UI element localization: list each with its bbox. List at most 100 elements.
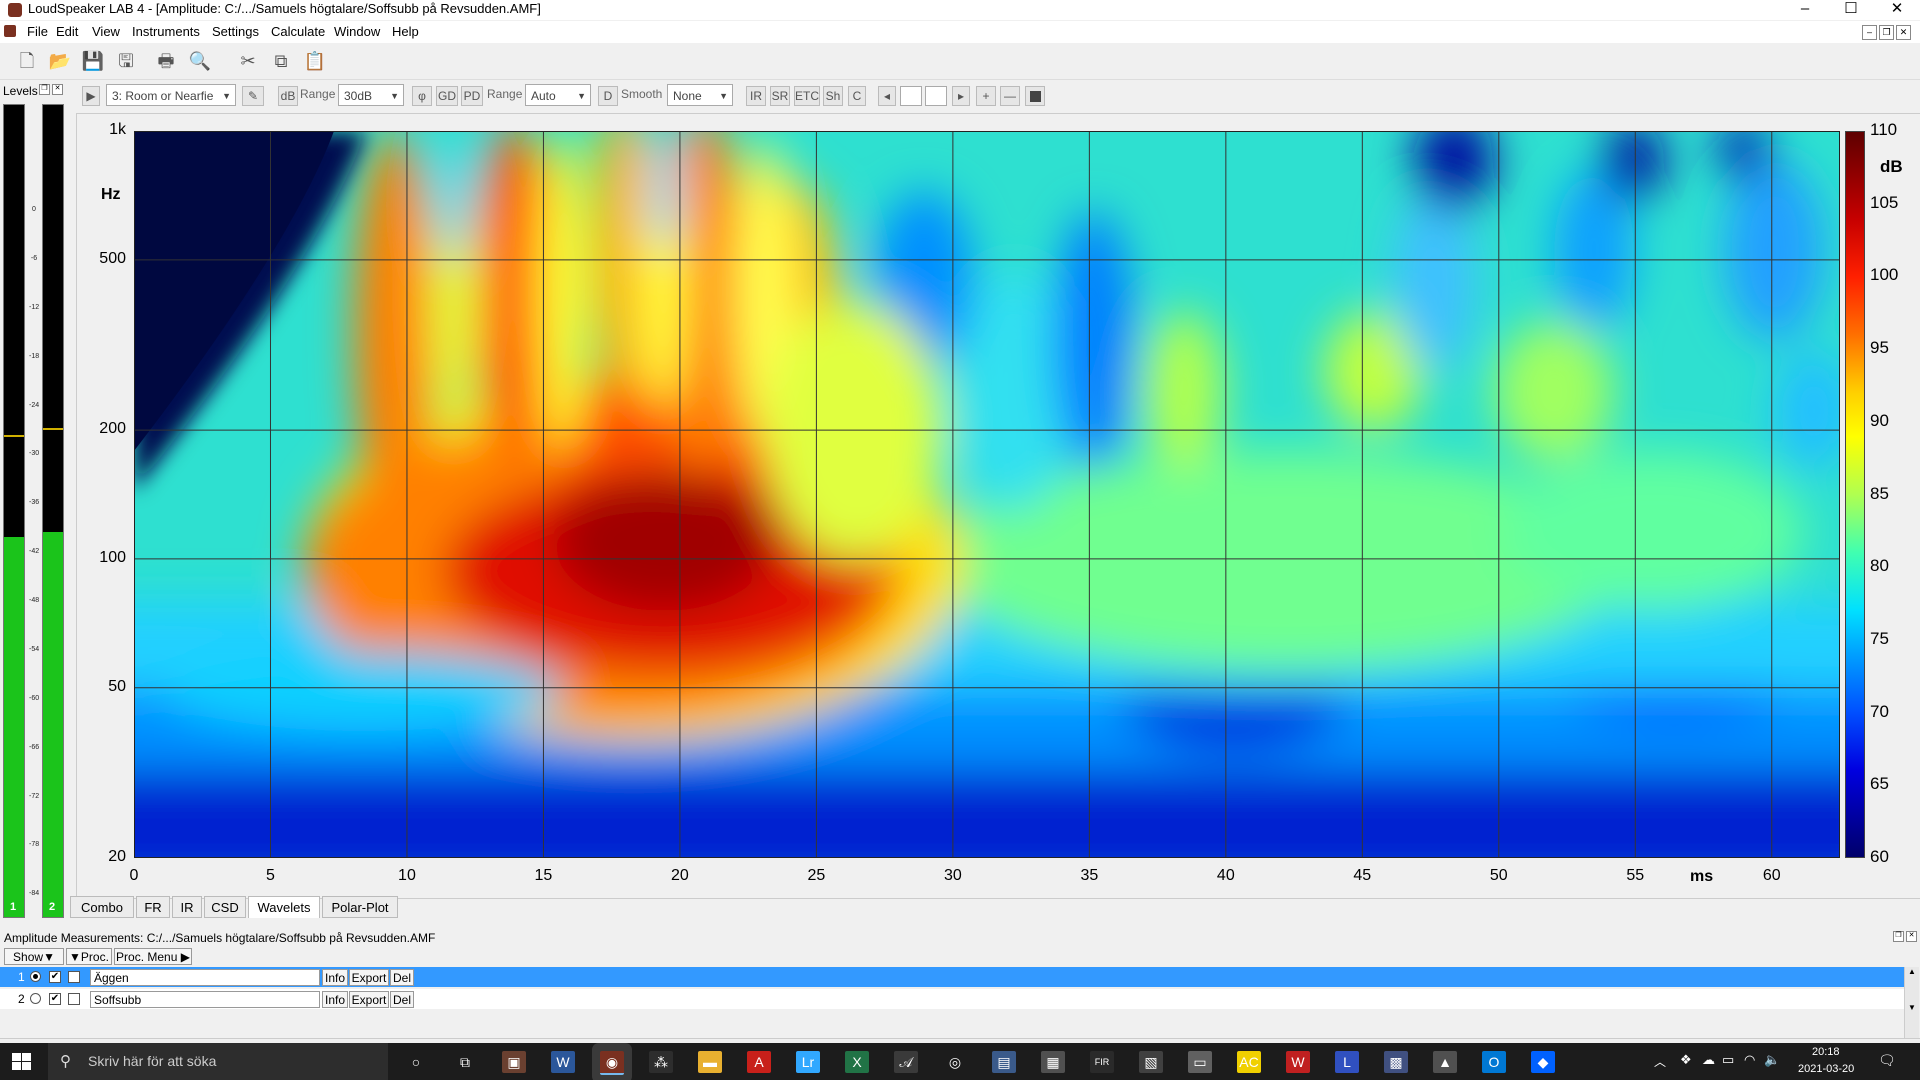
delete-button[interactable]: Del bbox=[390, 969, 414, 986]
zoom-in-button[interactable]: + bbox=[976, 86, 996, 106]
clock-date[interactable]: 2021-03-20 bbox=[1798, 1063, 1854, 1075]
zoom-icon[interactable]: 🔍 bbox=[187, 49, 213, 73]
lightroom-icon[interactable]: Lr bbox=[796, 1051, 820, 1073]
loudspeaker-lab-icon[interactable]: ◉ bbox=[600, 1051, 624, 1075]
battery-tray-icon[interactable]: ▭ bbox=[1722, 1052, 1734, 1068]
menu-edit[interactable]: Edit bbox=[56, 24, 78, 39]
measurement-row-2[interactable]: 2 ✔ Soffsubb Info Export Del bbox=[0, 989, 1905, 1009]
menu-view[interactable]: View bbox=[92, 24, 120, 39]
row-visible-checkbox[interactable]: ✔ bbox=[49, 993, 61, 1005]
clock-time[interactable]: 20:18 bbox=[1812, 1046, 1840, 1058]
menu-help[interactable]: Help bbox=[392, 24, 419, 39]
stop-button[interactable] bbox=[1025, 86, 1045, 106]
explorer-icon[interactable]: ▬ bbox=[698, 1051, 722, 1073]
mdi-restore-button[interactable]: ❐ bbox=[1879, 25, 1894, 40]
mode-select[interactable]: 3: Room or Nearfie ▼ bbox=[106, 84, 236, 106]
tab-wavelets[interactable]: Wavelets bbox=[248, 896, 320, 918]
word-icon[interactable]: W bbox=[551, 1051, 575, 1073]
wifi-tray-icon[interactable]: ◠ bbox=[1744, 1052, 1755, 1068]
volume-tray-icon[interactable]: 🔈 bbox=[1764, 1052, 1780, 1068]
open-file-icon[interactable]: 📂 bbox=[47, 49, 73, 73]
print-icon[interactable]: 🖶 bbox=[153, 49, 179, 73]
proc-menu-button[interactable]: Proc. Menu ▶ bbox=[114, 948, 192, 965]
menu-file[interactable]: File bbox=[27, 24, 48, 39]
export-button[interactable]: Export bbox=[349, 969, 389, 986]
wavelet-plot[interactable] bbox=[134, 131, 1840, 858]
tab-fr[interactable]: FR bbox=[136, 896, 170, 918]
wavelet-heatmap[interactable] bbox=[134, 131, 1840, 858]
taskbar-search-box[interactable]: ⚲ Skriv här för att söka bbox=[48, 1043, 388, 1080]
measurement-name-field[interactable]: Soffsubb bbox=[90, 991, 320, 1008]
phase-button[interactable]: φ bbox=[412, 86, 432, 106]
app-icon[interactable]: ▤ bbox=[992, 1051, 1016, 1073]
menu-calculate[interactable]: Calculate bbox=[271, 24, 325, 39]
gd-button[interactable]: GD bbox=[436, 86, 458, 106]
menu-window[interactable]: Window bbox=[334, 24, 380, 39]
tray-chevron-icon[interactable]: ︿ bbox=[1654, 1053, 1666, 1070]
prev-arrow-button[interactable]: ◂ bbox=[878, 86, 896, 106]
new-file-icon[interactable]: 🗋 bbox=[14, 49, 40, 73]
levels-float-button[interactable]: ❐ bbox=[39, 84, 50, 95]
dropbox-tray-icon[interactable]: ❖ bbox=[1680, 1052, 1692, 1068]
maximize-button[interactable]: ☐ bbox=[1828, 0, 1874, 20]
close-button[interactable]: ✕ bbox=[1874, 0, 1920, 20]
copy-icon[interactable]: ⧉ bbox=[268, 49, 294, 73]
row-visible-checkbox[interactable]: ✔ bbox=[49, 971, 61, 983]
cursor-field-1[interactable] bbox=[900, 86, 922, 106]
cut-icon[interactable]: ✂ bbox=[235, 49, 261, 73]
range-select[interactable]: 30dB ▼ bbox=[338, 84, 404, 106]
notifications-icon[interactable]: 🗨 bbox=[1878, 1052, 1896, 1069]
row-select-radio[interactable] bbox=[30, 971, 41, 982]
app-icon[interactable]: ▣ bbox=[502, 1051, 526, 1073]
minimize-button[interactable]: – bbox=[1782, 0, 1828, 20]
range2-select[interactable]: Auto ▼ bbox=[525, 84, 591, 106]
acrobat-icon[interactable]: A bbox=[747, 1051, 771, 1073]
etc-button[interactable]: ETC bbox=[794, 86, 820, 106]
db-button[interactable]: dB bbox=[278, 86, 298, 106]
delete-button[interactable]: Del bbox=[390, 991, 414, 1008]
chrome-icon[interactable]: ◎ bbox=[943, 1051, 967, 1073]
menu-instruments[interactable]: Instruments bbox=[132, 24, 200, 39]
task-view-icon[interactable]: ⧉ bbox=[453, 1051, 477, 1073]
tab-ir[interactable]: IR bbox=[172, 896, 202, 918]
app-icon[interactable]: W bbox=[1286, 1051, 1310, 1073]
mdi-close-button[interactable]: ✕ bbox=[1896, 25, 1911, 40]
dropbox-icon[interactable]: ◆ bbox=[1531, 1051, 1555, 1073]
ac-icon[interactable]: AC bbox=[1237, 1051, 1261, 1073]
paste-icon[interactable]: 📋 bbox=[302, 49, 328, 73]
row-color-swatch[interactable] bbox=[68, 971, 80, 983]
tab-csd[interactable]: CSD bbox=[204, 896, 246, 918]
proc-button[interactable]: ▼Proc. bbox=[66, 948, 112, 965]
info-button[interactable]: Info bbox=[322, 991, 348, 1008]
zoom-out-button[interactable]: — bbox=[1000, 86, 1020, 106]
app-icon[interactable]: ▧ bbox=[1139, 1051, 1163, 1073]
mdi-minimize-button[interactable]: – bbox=[1862, 25, 1877, 40]
mdi-app-icon[interactable] bbox=[4, 25, 16, 37]
measurements-scrollbar[interactable]: ▲ ▼ bbox=[1904, 967, 1919, 1039]
measurements-float-button[interactable]: ❐ bbox=[1893, 931, 1904, 942]
measurements-close-button[interactable]: ✕ bbox=[1906, 931, 1917, 942]
onedrive-tray-icon[interactable]: ☁ bbox=[1702, 1052, 1715, 1068]
menu-settings[interactable]: Settings bbox=[212, 24, 259, 39]
excel-icon[interactable]: X bbox=[845, 1051, 869, 1073]
app-icon[interactable]: ▭ bbox=[1188, 1051, 1212, 1073]
cortana-icon[interactable]: ○ bbox=[404, 1051, 428, 1073]
tab-polar-plot[interactable]: Polar-Plot bbox=[322, 896, 398, 918]
d-button[interactable]: D bbox=[598, 86, 618, 106]
sr-button[interactable]: SR bbox=[770, 86, 790, 106]
outlook-icon[interactable]: O bbox=[1482, 1051, 1506, 1073]
measurement-name-field[interactable]: Äggen bbox=[90, 969, 320, 986]
sh-button[interactable]: Sh bbox=[823, 86, 843, 106]
save-icon[interactable]: 💾 bbox=[80, 49, 106, 73]
next-arrow-button[interactable]: ▸ bbox=[952, 86, 970, 106]
app-icon[interactable]: 𝒜 bbox=[894, 1051, 918, 1073]
play-button[interactable]: ▶ bbox=[82, 86, 100, 106]
levels-close-button[interactable]: ✕ bbox=[52, 84, 63, 95]
save-all-icon[interactable]: 🖫 bbox=[113, 49, 139, 73]
pd-button[interactable]: PD bbox=[461, 86, 483, 106]
app-icon[interactable]: ▦ bbox=[1041, 1051, 1065, 1073]
app-icon[interactable]: ⁂ bbox=[649, 1051, 673, 1073]
fir-icon[interactable]: FIR bbox=[1090, 1051, 1114, 1073]
app-icon[interactable]: L bbox=[1335, 1051, 1359, 1073]
ir-button[interactable]: IR bbox=[746, 86, 766, 106]
